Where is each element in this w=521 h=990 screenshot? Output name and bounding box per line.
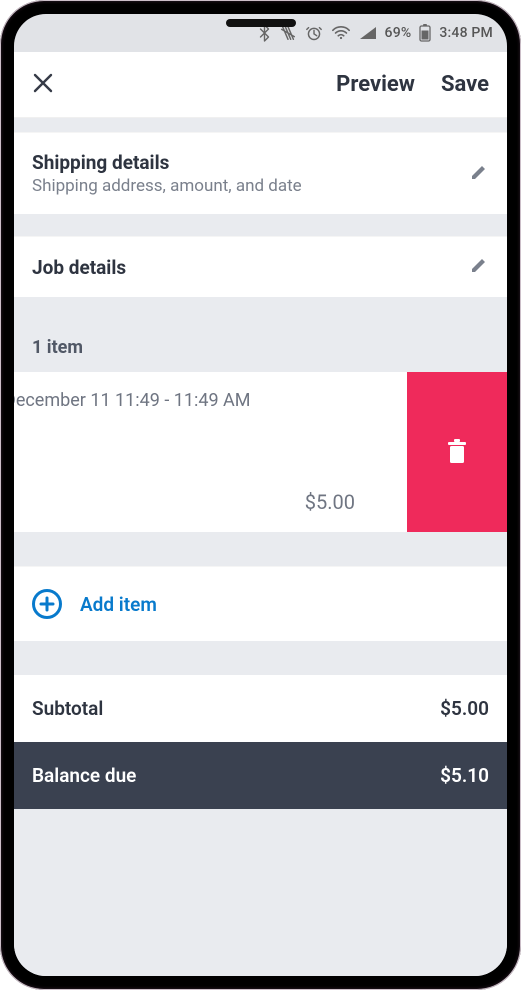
line-item-desc: December 11 11:49 - 11:49 AM [14, 390, 361, 411]
balance-due-row: Balance due $5.10 [14, 742, 507, 809]
save-button[interactable]: Save [441, 72, 489, 97]
vibrate-icon [279, 24, 297, 42]
bluetooth-icon [258, 24, 271, 42]
line-item-row[interactable]: December 11 11:49 - 11:49 AM $5.00 [14, 372, 507, 532]
header: Preview Save [14, 52, 507, 118]
pencil-icon [469, 162, 489, 182]
signal-icon [359, 26, 377, 40]
phone-frame: 69% 3:48 PM Preview Save Ship [0, 0, 521, 990]
content: Shipping details Shipping address, amoun… [14, 118, 507, 976]
balance-label: Balance due [32, 764, 136, 787]
preview-button[interactable]: Preview [336, 72, 415, 97]
add-item-button[interactable]: Add item [14, 566, 507, 641]
battery-icon [419, 24, 431, 42]
close-icon [32, 72, 54, 94]
trash-icon [445, 438, 469, 466]
battery-percent: 69% [385, 25, 412, 41]
alarm-icon [305, 24, 323, 42]
screen: 69% 3:48 PM Preview Save Ship [14, 14, 507, 976]
balance-value: $5.10 [440, 764, 489, 787]
status-bar: 69% 3:48 PM [14, 14, 507, 52]
add-item-label: Add item [80, 593, 157, 616]
wifi-icon [331, 25, 351, 41]
edit-job-button[interactable] [469, 255, 489, 279]
subtotal-label: Subtotal [32, 697, 103, 720]
pencil-icon [469, 255, 489, 275]
job-details-section[interactable]: Job details [14, 236, 507, 297]
edit-shipping-button[interactable] [469, 162, 489, 186]
subtotal-row: Subtotal $5.00 [14, 675, 507, 742]
delete-item-button[interactable] [407, 372, 507, 532]
plus-circle-icon [32, 589, 62, 619]
job-title: Job details [32, 256, 469, 279]
shipping-title: Shipping details [32, 151, 469, 174]
shipping-subtitle: Shipping address, amount, and date [32, 176, 469, 196]
close-button[interactable] [32, 71, 54, 99]
shipping-details-section[interactable]: Shipping details Shipping address, amoun… [14, 132, 507, 214]
subtotal-value: $5.00 [440, 697, 489, 720]
line-item-price: $5.00 [14, 490, 361, 514]
status-time: 3:48 PM [439, 25, 493, 41]
items-count: 1 item [14, 319, 507, 372]
